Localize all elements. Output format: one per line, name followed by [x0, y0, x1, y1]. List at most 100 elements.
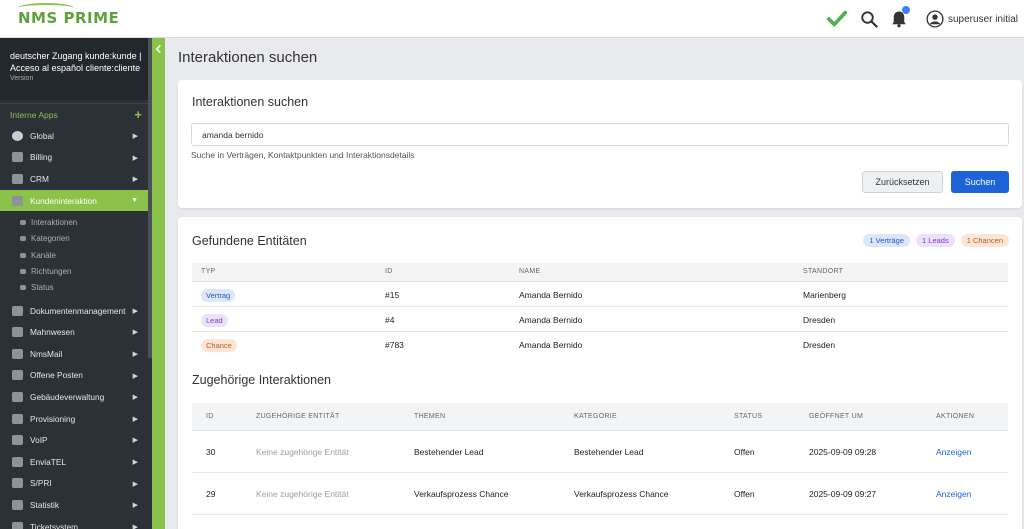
user-avatar-icon[interactable]: [926, 10, 944, 28]
table-row[interactable]: 29 Keine zugehörige Entität Verkaufsproz…: [192, 474, 1008, 515]
sidebar-item-voip[interactable]: VoIP ▶: [0, 429, 152, 451]
sidebar-subitem-status[interactable]: Status: [0, 280, 152, 296]
col-header-id: ID: [206, 413, 214, 420]
sidebar-item-enviatel[interactable]: EnviaTEL ▶: [0, 451, 152, 473]
sidebar-item-offene-posten[interactable]: Offene Posten ▶: [0, 365, 152, 387]
search-button[interactable]: Suchen: [951, 171, 1009, 193]
col-header-id: ID: [385, 268, 393, 275]
module-icon: [12, 521, 23, 529]
sidebar-item-nmsmail[interactable]: NmsMail ▶: [0, 343, 152, 365]
user-name[interactable]: superuser initial: [948, 14, 1018, 25]
sidebar-item-statistik[interactable]: Statistik ▶: [0, 494, 152, 516]
chevron-right-icon: ▶: [132, 307, 138, 315]
col-header-opened: GEÖFFNET UM: [809, 413, 864, 420]
sidebar-item-dokumentenmanagement[interactable]: Dokumentenmanagement ▶: [0, 300, 152, 322]
chat-icon: [20, 220, 26, 226]
login-hint-es: Acceso al español cliente:cliente: [10, 63, 141, 73]
sidebar-item-label: Gebäudeverwaltung: [30, 392, 105, 403]
table-header-row: TYP ID NAME STANDORT: [192, 263, 1008, 282]
sidebar-subitem-richtungen[interactable]: Richtungen: [0, 263, 152, 279]
subitem-label: Richtungen: [31, 266, 72, 276]
reset-button[interactable]: Zurücksetzen: [862, 171, 943, 193]
chevron-right-icon: ▶: [132, 176, 138, 184]
sidebar: deutscher Zugang kunde:kunde | Acceso al…: [0, 38, 152, 529]
sidebar-item-label: NmsMail: [30, 348, 63, 359]
sidebar-item-label: EnviaTEL: [30, 456, 66, 467]
sidebar-item-billing[interactable]: Billing ▶: [0, 147, 152, 169]
sidebar-item-crm[interactable]: CRM ▶: [0, 168, 152, 190]
search-icon[interactable]: [860, 10, 878, 28]
sidebar-item-label: Dokumentenmanagement: [30, 305, 126, 316]
page-title: Interaktionen suchen: [178, 49, 318, 66]
interaction-opened-at: 2025-09-09 09:27: [809, 489, 877, 499]
table-row[interactable]: Lead #4 Amanda Bernido Dresden: [192, 308, 1008, 332]
version-label: Version: [10, 75, 34, 82]
notifications[interactable]: [890, 6, 910, 29]
chevron-right-icon: ▶: [132, 329, 138, 337]
sidebar-item-label: CRM: [30, 173, 49, 184]
sidebar-modules: Dokumentenmanagement ▶ Mahnwesen ▶ NmsMail ▶ O…: [0, 300, 152, 529]
entity-name: Amanda Bernido: [519, 290, 583, 300]
col-header-name: NAME: [519, 268, 541, 275]
sidebar-item-label: Provisioning: [30, 413, 76, 424]
chevron-right-icon: ▶: [132, 523, 138, 529]
top-icons: superuser initial: [826, 0, 1024, 38]
sidebar-item-label: VoIP: [30, 435, 48, 446]
entity-location: Dresden: [803, 315, 836, 325]
interaction-status: Offen: [734, 447, 755, 457]
sidebar-subitem-kategorien[interactable]: Kategorien: [0, 231, 152, 247]
sidebar-item-label: Ticketsystem: [30, 521, 79, 529]
table-row[interactable]: 30 Keine zugehörige Entität Bestehender …: [192, 432, 1008, 473]
entity-location: Marienberg: [803, 290, 846, 300]
sidebar-collapse-bar[interactable]: [152, 38, 165, 529]
entity-name: Amanda Bernido: [519, 315, 583, 325]
sidebar-subitem-interaktionen[interactable]: Interaktionen: [0, 214, 152, 230]
view-link[interactable]: Anzeigen: [936, 489, 971, 499]
sidebar-item-label: Global: [30, 130, 54, 141]
module-icon: [12, 348, 23, 359]
sidebar-item-global[interactable]: Global ▶: [0, 125, 152, 147]
sidebar-scrollbar[interactable]: [148, 38, 152, 358]
sidebar-item-label: Billing: [30, 152, 53, 163]
sidebar-submenu: Interaktionen Kategorien Kanäle Richtung…: [0, 211, 152, 299]
table-row[interactable]: Chance #783 Amanda Bernido Dresden: [192, 333, 1008, 357]
related-entity: Keine zugehörige Entität: [256, 489, 349, 499]
sidebar-item-mahnwesen[interactable]: Mahnwesen ▶: [0, 321, 152, 343]
search-help-text: Suche in Verträgen, Kontaktpunkten und I…: [191, 150, 415, 160]
sidebar-item-provisioning[interactable]: Provisioning ▶: [0, 408, 152, 430]
search-card: Interaktionen suchen Suche in Verträgen,…: [178, 80, 1022, 208]
sidebar-item-label: S/PRI: [30, 478, 52, 489]
billing-icon: [12, 152, 23, 163]
chevron-down-icon: ▼: [131, 196, 138, 204]
view-link[interactable]: Anzeigen: [936, 447, 971, 457]
contracts-count-badge: 1 Verträge: [863, 234, 911, 247]
sidebar-section-internal-apps[interactable]: Interne Apps +: [0, 103, 152, 125]
chevron-right-icon: ▶: [132, 437, 138, 445]
sidebar-item-s-pri[interactable]: S/PRI ▶: [0, 473, 152, 495]
plus-icon[interactable]: +: [134, 107, 142, 122]
interaction-id: 29: [206, 489, 216, 499]
entity-id: #4: [385, 315, 395, 325]
search-input[interactable]: [191, 123, 1009, 146]
tag-icon: [20, 236, 26, 242]
related-entity: Keine zugehörige Entität: [256, 447, 349, 457]
status-check-icon[interactable]: [826, 8, 848, 30]
col-header-type: TYP: [201, 268, 216, 275]
notification-badge: [901, 6, 910, 14]
login-hint-de: deutscher Zugang kunde:kunde |: [10, 51, 142, 61]
app-logo[interactable]: NMS PRIME: [18, 3, 119, 27]
module-icon: [12, 456, 23, 467]
chevron-right-icon: ▶: [132, 154, 138, 162]
interaction-topics: Verkaufsprozess Chance: [414, 489, 509, 499]
sidebar-item-geb-udeverwaltung[interactable]: Gebäudeverwaltung ▶: [0, 386, 152, 408]
sidebar-item-kundeninteraktion[interactable]: Kundeninteraktion ▼: [0, 189, 152, 212]
table-row[interactable]: Vertrag #15 Amanda Bernido Marienberg: [192, 283, 1008, 307]
col-header-topics: THEMEN: [414, 413, 446, 420]
chevron-right-icon: ▶: [132, 133, 138, 140]
sidebar-item-ticketsystem[interactable]: Ticketsystem ▶: [0, 516, 152, 529]
sidebar-subitem-kanaele[interactable]: Kanäle: [0, 247, 152, 263]
chevron-left-icon[interactable]: [154, 44, 163, 54]
sidebar-header: deutscher Zugang kunde:kunde | Acceso al…: [0, 38, 152, 100]
entity-name: Amanda Bernido: [519, 340, 583, 350]
sidebar-item-label: Kundeninteraktion: [30, 195, 97, 206]
